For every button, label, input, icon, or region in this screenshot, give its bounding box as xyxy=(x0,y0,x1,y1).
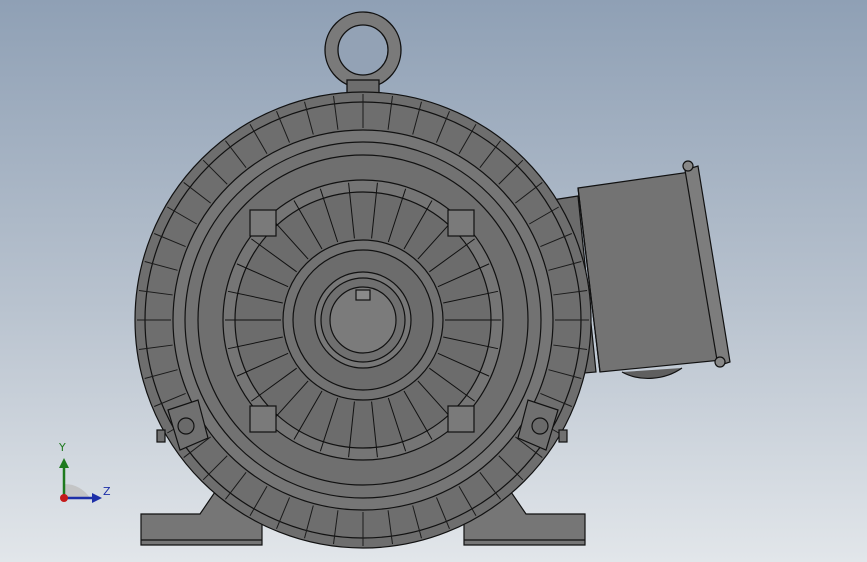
x-axis-dot xyxy=(60,494,68,502)
z-axis-label: Z xyxy=(103,485,111,498)
y-axis-label: Y xyxy=(59,441,66,454)
triad-plane xyxy=(64,483,90,498)
motor-model[interactable] xyxy=(0,0,867,562)
shaft-hub xyxy=(282,239,444,401)
graphics-viewport[interactable]: Y Z xyxy=(0,0,867,562)
shaft-key xyxy=(355,289,371,301)
view-orientation-triad[interactable]: Y Z xyxy=(50,440,120,510)
